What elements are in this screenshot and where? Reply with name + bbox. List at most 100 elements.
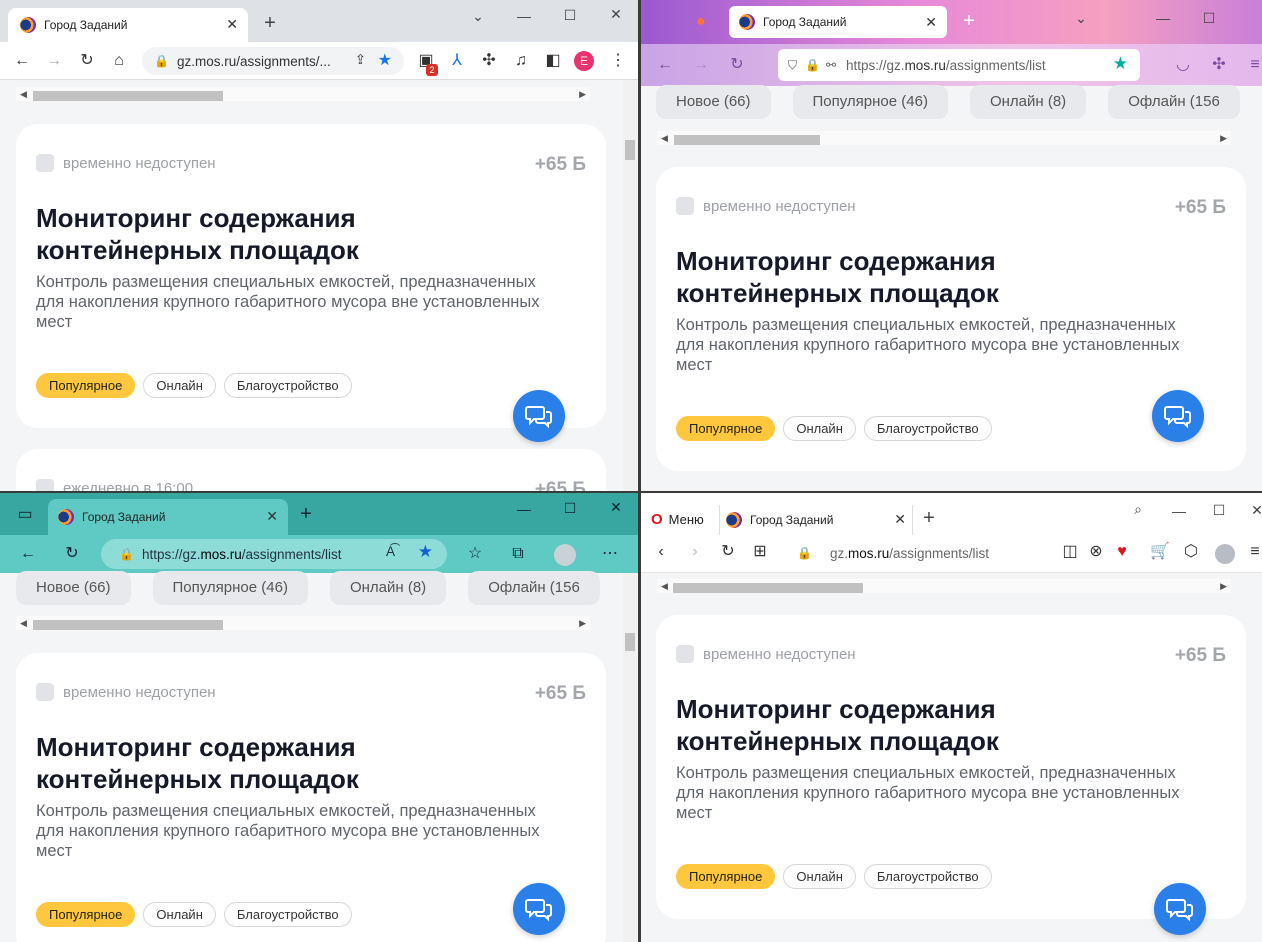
maximize-button[interactable]: ☐ [560, 7, 580, 24]
bookmark-star-icon[interactable]: ★ [1113, 54, 1128, 74]
address-bar[interactable]: ⛉ 🔒 ⚯ https://gz. mos.ru/assignments/list… [778, 49, 1140, 81]
settings-more-icon[interactable]: ⋯ [598, 542, 622, 566]
favorites-icon[interactable]: ☆ [463, 542, 487, 566]
tag-online[interactable]: Онлайн [143, 902, 216, 927]
reload-icon[interactable]: ↻ [60, 542, 84, 566]
horizontal-scrollbar[interactable]: ◀ ▶ [657, 579, 1231, 593]
back-icon[interactable]: ← [653, 53, 677, 77]
filter-offline[interactable]: Офлайн (156 [468, 571, 600, 605]
minimize-button[interactable]: — [514, 8, 534, 24]
filter-new[interactable]: Новое (66) [16, 571, 131, 605]
close-window-button[interactable]: ✕ [1247, 502, 1262, 519]
filter-popular[interactable]: Популярное (46) [792, 85, 948, 119]
firefox-tab[interactable]: Город Заданий ✕ [729, 6, 947, 38]
close-tab-icon[interactable]: ✕ [894, 511, 906, 528]
horizontal-scrollbar[interactable]: ◀ ▶ [657, 131, 1231, 145]
minimize-button[interactable]: — [514, 501, 534, 517]
horizontal-scrollbar[interactable]: ◀ ▶ [16, 87, 590, 101]
box-icon[interactable]: ⬡ [1179, 540, 1203, 564]
media-control-icon[interactable]: ♫ [509, 49, 533, 73]
search-tabs-icon[interactable]: ⌕ [1128, 501, 1148, 518]
tag-popular[interactable]: Популярное [36, 373, 136, 398]
adblock-icon[interactable]: ⊗ [1084, 540, 1108, 564]
back-icon[interactable]: ‹ [649, 540, 673, 564]
assignment-card[interactable]: временно недоступен +65 Б Мониторинг сод… [656, 615, 1246, 919]
minimize-button[interactable]: — [1153, 10, 1173, 26]
read-aloud-icon[interactable]: A͡ [386, 544, 395, 559]
close-window-button[interactable]: ✕ [606, 6, 626, 23]
extensions-puzzle-icon[interactable]: ✣ [477, 49, 501, 73]
snapshot-camera-icon[interactable]: ◫ [1058, 540, 1082, 564]
menu-kebab-icon[interactable]: ⋮ [606, 49, 630, 73]
new-tab-button[interactable]: + [959, 10, 979, 33]
vertical-scrollbar[interactable] [623, 80, 637, 491]
horizontal-scrollbar[interactable]: ◀ ▶ [16, 616, 590, 630]
back-icon[interactable]: ← [16, 542, 40, 566]
chat-support-button[interactable] [513, 390, 565, 442]
close-tab-icon[interactable]: ✕ [925, 14, 937, 31]
filter-popular[interactable]: Популярное (46) [152, 571, 308, 605]
assignment-card[interactable]: временно недоступен +65 Б Мониторинг сод… [16, 124, 606, 428]
collections-icon[interactable]: ⧉ [506, 542, 530, 566]
forward-icon[interactable]: → [689, 53, 713, 77]
adobe-acrobat-icon[interactable]: ⅄ [445, 49, 469, 73]
bookmark-star-icon[interactable]: ★ [378, 50, 392, 70]
new-tab-button[interactable]: + [260, 12, 280, 35]
maximize-button[interactable]: ☐ [560, 500, 580, 517]
assignment-card-next[interactable]: ежедневно в 16:00 +65 Б [16, 449, 606, 491]
chat-support-button[interactable] [513, 883, 565, 935]
chat-support-button[interactable] [1154, 883, 1206, 935]
chat-support-button[interactable] [1152, 390, 1204, 442]
maximize-button[interactable]: ☐ [1199, 10, 1219, 27]
opera-tab[interactable]: Город Заданий ✕ [719, 505, 913, 535]
maximize-button[interactable]: ☐ [1209, 502, 1229, 519]
edge-tab[interactable]: Город Заданий ✕ [48, 499, 288, 535]
cart-icon[interactable]: 🛒 [1148, 540, 1172, 564]
tag-category[interactable]: Благоустройство [863, 416, 992, 441]
new-tab-button[interactable]: + [919, 507, 939, 530]
reload-icon[interactable]: ↻ [716, 540, 740, 564]
chrome-tab[interactable]: Город Заданий ✕ [8, 8, 248, 42]
profile-avatar[interactable] [1215, 544, 1235, 564]
tab-search-icon[interactable]: ⌄ [468, 8, 488, 25]
filter-offline[interactable]: Офлайн (156 [1108, 85, 1240, 119]
vertical-scrollbar[interactable] [623, 573, 637, 942]
menu-hamburger-icon[interactable]: ≡ [1243, 53, 1262, 77]
new-tab-button[interactable]: + [296, 503, 316, 526]
filter-online[interactable]: Онлайн (8) [969, 85, 1087, 119]
tab-actions-icon[interactable]: ▭ [13, 503, 37, 527]
filter-online[interactable]: Онлайн (8) [329, 571, 447, 605]
tag-online[interactable]: Онлайн [783, 864, 856, 889]
close-tab-icon[interactable]: ✕ [226, 16, 238, 33]
easy-setup-icon[interactable]: ≡ [1243, 540, 1262, 564]
speed-dial-icon[interactable]: ⊞ [748, 540, 772, 564]
address-bar[interactable]: 🔒 gz. mos.ru/assignments/list [791, 538, 1061, 568]
profile-avatar[interactable] [554, 544, 576, 566]
reload-icon[interactable]: ↻ [725, 53, 749, 77]
back-icon[interactable]: ← [10, 49, 34, 73]
close-window-button[interactable]: ✕ [606, 499, 626, 516]
tag-online[interactable]: Онлайн [143, 373, 216, 398]
profile-avatar[interactable]: E [574, 51, 594, 71]
list-tabs-icon[interactable]: ⌄ [1071, 10, 1091, 27]
address-bar[interactable]: 🔒 gz.mos.ru/assignments/... ⇪ ★ [142, 47, 404, 75]
tag-category[interactable]: Благоустройство [223, 902, 352, 927]
tag-category[interactable]: Благоустройство [223, 373, 352, 398]
reload-icon[interactable]: ↻ [75, 49, 99, 73]
minimize-button[interactable]: — [1169, 503, 1189, 519]
tag-online[interactable]: Онлайн [783, 416, 856, 441]
address-bar[interactable]: 🔒 https://gz. mos.ru/assignments/list A͡ … [101, 539, 447, 569]
share-icon[interactable]: ⇪ [355, 52, 366, 68]
pocket-icon[interactable]: ◡ [1171, 53, 1195, 77]
forward-icon[interactable]: → [42, 49, 66, 73]
opera-menu-button[interactable]: O Меню [651, 511, 704, 528]
tag-popular[interactable]: Популярное [36, 902, 136, 927]
side-panel-icon[interactable]: ◧ [541, 49, 565, 73]
tag-popular[interactable]: Популярное [676, 416, 776, 441]
extensions-icon[interactable]: ✣ [1207, 53, 1231, 77]
tag-popular[interactable]: Популярное [676, 864, 776, 889]
filter-new[interactable]: Новое (66) [656, 85, 771, 119]
forward-icon[interactable]: › [683, 540, 707, 564]
heart-icon[interactable]: ♥ [1110, 540, 1134, 564]
home-icon[interactable]: ⌂ [107, 49, 131, 73]
